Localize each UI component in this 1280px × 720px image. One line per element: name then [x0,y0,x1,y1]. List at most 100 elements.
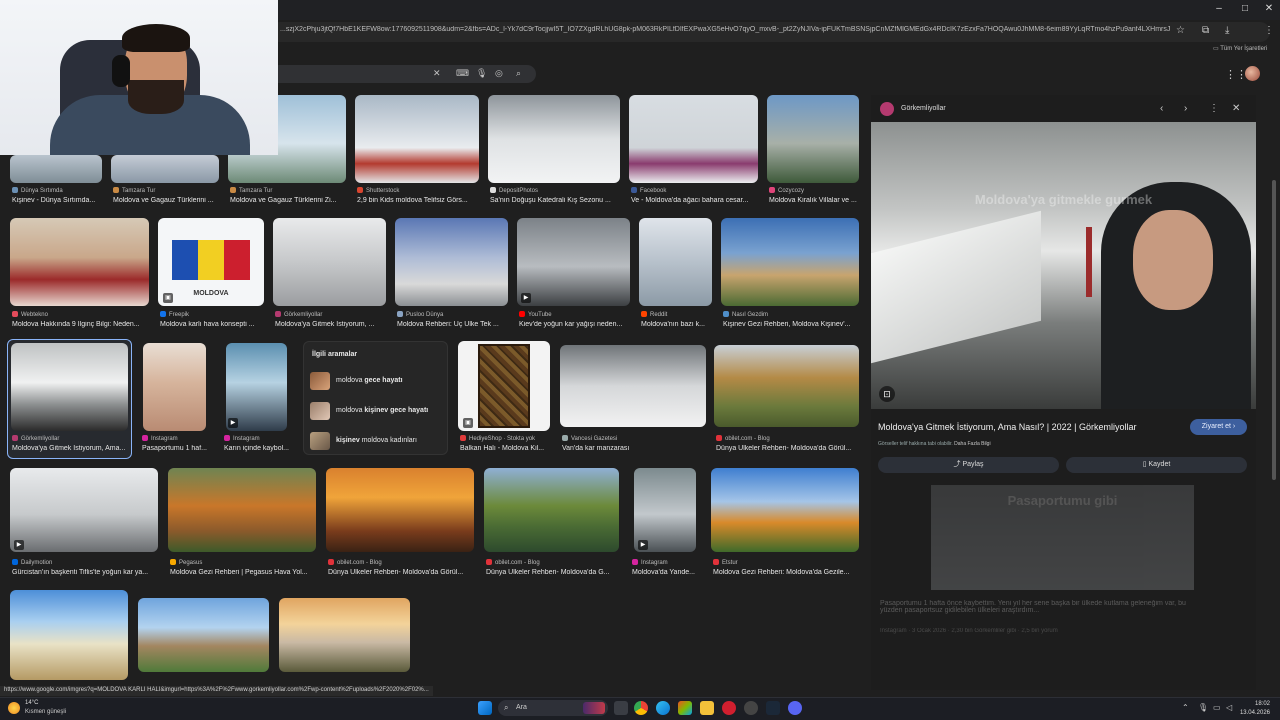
result-source[interactable]: HediyeShop · Stokta yok [460,435,535,442]
result-caption[interactable]: Moldova'da Yande... [632,569,700,576]
result-caption[interactable]: Moldova Kiralık Villalar ve ... [769,197,861,204]
result-source[interactable]: Shutterstock [357,187,399,194]
image-result[interactable] [488,95,620,183]
search-highlight-icon[interactable] [583,702,605,714]
weather-description[interactable]: Kısmen güneşli [25,709,66,715]
result-source[interactable]: Tamzara Tur [230,187,272,194]
app-icon[interactable] [722,701,736,715]
related-search-item[interactable]: moldova kişinev gece hayatı [308,400,444,422]
account-avatar[interactable] [1245,66,1260,81]
result-caption[interactable]: Gürcistan'ın başkenti Tiflis'te yoğun ka… [12,569,160,576]
result-source[interactable]: obilet.com - Blog [328,559,382,566]
clock-time[interactable]: 18:02 [1230,701,1270,707]
image-result[interactable] [10,590,128,680]
microphone-icon[interactable]: 🎙 [476,68,487,79]
result-source[interactable]: Nasıl Gezdim [723,311,768,318]
related-search-item[interactable]: moldova gece hayatı [308,370,444,392]
close-window-icon[interactable]: ✕ [1262,3,1276,14]
result-caption[interactable]: Van'da kar manzarası [562,445,708,452]
result-caption[interactable]: Moldova'nın bazı k... [641,321,714,328]
result-caption[interactable]: Moldova Gezi Rehberi: Moldova'da Gezile.… [713,569,861,576]
minimize-icon[interactable]: – [1212,3,1226,14]
menu-icon[interactable]: ⋮ [1264,25,1274,36]
result-source[interactable]: Webtekno [12,311,48,318]
result-source[interactable]: Vancesi Gazetesi [562,435,617,442]
next-icon[interactable]: › [1184,103,1187,114]
result-source[interactable]: Reddit [641,311,667,318]
image-result[interactable] [279,598,410,672]
clock-date[interactable]: 13.04.2026 [1230,710,1270,716]
result-source[interactable]: DepositPhotos [490,187,538,194]
result-source[interactable]: Dailymotion [12,559,52,566]
maximize-icon[interactable]: □ [1238,3,1252,14]
related-search-text[interactable]: moldova gece hayatı [336,377,403,384]
save-button[interactable]: ▯ Kaydet [1066,457,1247,473]
result-caption[interactable]: Moldova'ya Gitmek İstiyorum, Ama... [12,445,128,452]
panel-site-name[interactable]: Görkemliyollar [901,105,946,112]
next-result-preview[interactable]: Pasaportumu gibi [871,485,1256,690]
preview-title[interactable]: Moldova'ya Gitmek İstiyorum, Ama Nasıl? … [878,422,1136,432]
all-bookmarks[interactable]: ▭ Tüm Yer İşaretleri [1213,45,1267,52]
image-result[interactable] [395,218,508,306]
result-caption[interactable]: Karın içinde kaybol... [224,445,292,452]
result-source[interactable]: obilet.com - Blog [716,435,770,442]
result-caption[interactable]: Sa'nın Doğuşu Katedrali Kış Sezonu ... [490,197,622,204]
image-result[interactable] [143,343,206,431]
learn-more-link[interactable]: Daha Fazla Bilgi [954,441,990,447]
preview-image[interactable]: Moldova'ya gitmekle gurmek ⊡ [871,122,1256,409]
visit-button[interactable]: Ziyaret et › [1190,419,1247,435]
image-result[interactable] [326,468,474,552]
result-caption[interactable]: Kiev'de yoğun kar yağışı neden... [519,321,632,328]
windows-start-icon[interactable] [478,701,492,715]
result-source[interactable]: Pusloo Dünya [397,311,443,318]
result-source[interactable]: Etstur [713,559,738,566]
result-source[interactable]: Instagram [632,559,668,566]
panel-scrollbar[interactable] [1272,180,1276,480]
image-result[interactable] [10,155,102,183]
image-result[interactable]: MOLDOVA [158,218,264,306]
taskbar-search-label[interactable]: Ara [516,704,527,711]
result-source[interactable]: Görkemliyollar [275,311,322,318]
result-caption[interactable]: Moldova'ya Gitmek İstiyorum, ... [275,321,388,328]
related-search-text[interactable]: moldova kişinev gece hayatı [336,407,428,414]
result-caption[interactable]: Balkan Halı - Moldova Kil... [460,445,552,452]
result-source[interactable]: Freepik [160,311,189,318]
url-text[interactable]: ...szjX2cPhju3jtQf7HbE1KEFW8ow:177609251… [280,26,1170,33]
image-result[interactable] [10,468,158,552]
image-result[interactable] [484,468,619,552]
result-source[interactable]: Görkemliyollar [12,435,59,442]
image-result[interactable] [273,218,386,306]
result-source[interactable]: YouTube [519,311,552,318]
extensions-icon[interactable]: ⧉ [1202,25,1209,36]
image-result[interactable] [639,218,712,306]
result-caption[interactable]: Moldova ve Gagauz Türklerini Zi... [230,197,348,204]
related-search-item[interactable]: kişinev moldova kadınları [308,430,444,452]
chrome-icon[interactable] [634,701,648,715]
result-source[interactable]: Tamzara Tur [113,187,155,194]
image-result[interactable] [629,95,758,183]
result-source[interactable]: Dünya Sırtımda [12,187,63,194]
keyboard-icon[interactable]: ⌨ [456,68,469,79]
result-source[interactable]: obilet.com - Blog [486,559,540,566]
image-result[interactable] [721,218,859,306]
result-source[interactable]: Cozycozy [769,187,804,194]
close-panel-icon[interactable]: ✕ [1232,103,1240,114]
copilot-icon[interactable] [678,701,692,715]
image-result[interactable] [168,468,316,552]
obs-icon[interactable] [744,701,758,715]
image-result[interactable] [138,598,269,672]
result-source[interactable]: Facebook [631,187,666,194]
previous-icon[interactable]: ‹ [1160,103,1163,114]
result-source[interactable]: Pegasus [170,559,202,566]
image-result[interactable] [711,468,859,552]
discord-icon[interactable] [788,701,802,715]
result-caption[interactable]: Kişinev - Dünya Sırtımda... [12,197,107,204]
lens-icon[interactable]: ◎ [495,68,503,79]
image-result[interactable] [560,345,706,427]
network-icon[interactable]: ▭ [1213,703,1221,712]
result-caption[interactable]: Dünya Ülkeler Rehberi- Moldova'da Görül.… [328,569,476,576]
result-caption[interactable]: Kişinev Gezi Rehberi, Moldova Kişinev'..… [723,321,861,328]
weather-temperature[interactable]: 14°C [25,700,38,706]
result-caption[interactable]: Moldova Rehberi: Üç Ülke Tek ... [397,321,510,328]
image-result[interactable] [10,218,149,306]
